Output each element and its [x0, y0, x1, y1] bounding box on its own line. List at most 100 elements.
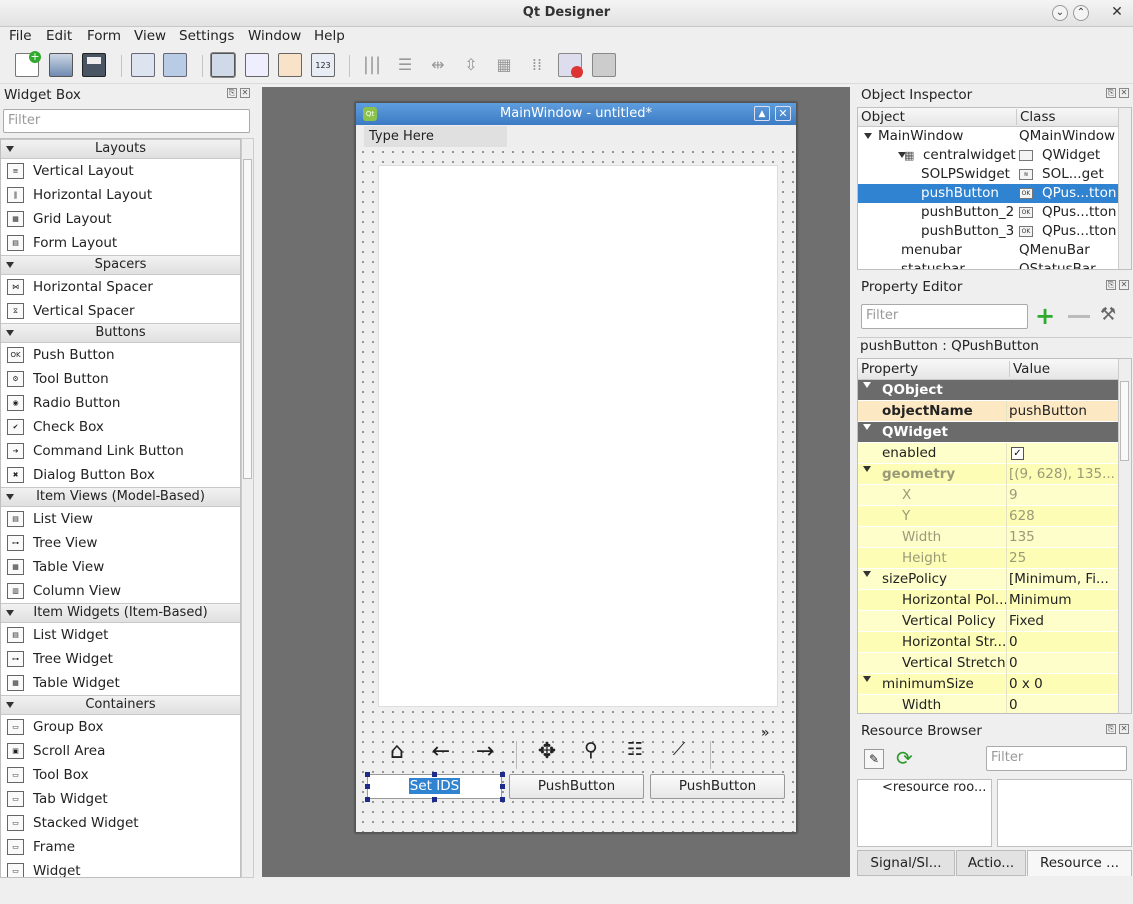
push-button-3[interactable]: PushButton — [650, 774, 785, 799]
widget-box-scrollbar[interactable] — [241, 138, 254, 878]
solps-widget-plot-area[interactable] — [378, 165, 778, 707]
menu-view[interactable]: View — [134, 27, 166, 44]
property-row-width[interactable]: Width 0 — [858, 695, 1119, 713]
widget-item-group-box[interactable]: ▭ Group Box — [1, 715, 240, 739]
form-menu-placeholder[interactable]: Type Here — [364, 126, 507, 147]
form-layout-icon[interactable]: ⁞⁞ — [525, 53, 549, 77]
object-row-menubar[interactable]: menubar QMenuBar — [858, 241, 1131, 260]
widget-item-tree-widget[interactable]: ⊶ Tree Widget — [1, 647, 240, 671]
widget-item-tool-box[interactable]: ▭ Tool Box — [1, 763, 240, 787]
widget-item-grid-layout[interactable]: ▦ Grid Layout — [1, 207, 240, 231]
forward-arrow-icon[interactable]: → — [472, 739, 498, 764]
central-widget[interactable]: ⌂ ← → ✥ ⚲ ☷ ⟋ » Set IDS PushButton PushB… — [358, 147, 794, 832]
object-row-solpswidget[interactable]: SOLPSwidget ≋ SOL...get — [858, 165, 1131, 184]
menu-help[interactable]: Help — [314, 27, 345, 44]
maximize-button[interactable]: ⌃ — [1073, 5, 1089, 21]
property-row-horizontal-pol[interactable]: Horizontal Pol... Minimum — [858, 590, 1119, 611]
property-row-geometry[interactable]: geometry [(9, 628), 135... — [858, 464, 1119, 485]
edit-resources-icon[interactable]: ✎ — [864, 749, 884, 769]
new-form-icon[interactable]: + — [15, 51, 41, 77]
menu-form[interactable]: Form — [87, 27, 121, 44]
widget-item-column-view[interactable]: ▥ Column View — [1, 579, 240, 603]
resource-root[interactable]: <resource roo... — [882, 780, 986, 795]
category-header[interactable]: Containers — [1, 695, 240, 715]
widget-box-dock-buttons[interactable]: ⎘ ✕ — [224, 88, 250, 98]
remove-property-icon[interactable] — [1068, 315, 1090, 318]
property-row-height[interactable]: Height 25 — [858, 548, 1119, 569]
more-tools-icon[interactable]: » — [761, 725, 770, 741]
grid-layout-icon[interactable]: ▦ — [492, 53, 516, 77]
form-maximize-button[interactable]: ▲ — [754, 106, 770, 121]
widget-item-stacked-widget[interactable]: ▭ Stacked Widget — [1, 811, 240, 835]
widget-item-tab-widget[interactable]: ▭ Tab Widget — [1, 787, 240, 811]
object-row-pushbutton[interactable]: pushButton OK QPus...tton — [858, 184, 1131, 203]
object-row-pushbutton-3[interactable]: pushButton_3 OK QPus...tton — [858, 222, 1131, 241]
resource-browser-dock-buttons[interactable]: ⎘ ✕ — [1103, 724, 1129, 734]
configure-subplots-icon[interactable]: ☷ — [622, 739, 648, 760]
reload-icon[interactable]: ⟳ — [896, 746, 913, 770]
adjust-size-icon[interactable] — [592, 53, 616, 77]
column-header-class[interactable]: Class — [1016, 109, 1056, 125]
selection-handle[interactable] — [365, 772, 370, 777]
property-row-width[interactable]: Width 135 — [858, 527, 1119, 548]
menu-file[interactable]: File — [9, 27, 32, 44]
property-row-sizepolicy[interactable]: sizePolicy [Minimum, Fi... — [858, 569, 1119, 590]
widget-item-form-layout[interactable]: ▤ Form Layout — [1, 231, 240, 255]
lay-out-vertically-icon[interactable]: ☰ — [393, 53, 417, 77]
widget-item-vertical-layout[interactable]: ≡ Vertical Layout — [1, 159, 240, 183]
property-editor-scrollbar[interactable] — [1118, 359, 1131, 713]
widget-item-table-view[interactable]: ▦ Table View — [1, 555, 240, 579]
widget-item-horizontal-layout[interactable]: ‖ Horizontal Layout — [1, 183, 240, 207]
open-icon[interactable] — [49, 53, 73, 77]
widget-item-tool-button[interactable]: ⚙ Tool Button — [1, 367, 240, 391]
selection-handle[interactable] — [432, 772, 437, 777]
column-header-property[interactable]: Property — [861, 361, 918, 377]
widget-item-frame[interactable]: ▭ Frame — [1, 835, 240, 859]
menu-edit[interactable]: Edit — [46, 27, 72, 44]
widget-item-table-widget[interactable]: ▦ Table Widget — [1, 671, 240, 695]
resource-filter-input[interactable]: Filter — [986, 746, 1127, 771]
property-row-objectname[interactable]: objectName pushButton — [858, 401, 1119, 422]
widget-item-check-box[interactable]: ✔ Check Box — [1, 415, 240, 439]
widget-item-radio-button[interactable]: ◉ Radio Button — [1, 391, 240, 415]
category-header[interactable]: Buttons — [1, 323, 240, 343]
expand-arrow-icon[interactable] — [864, 133, 872, 139]
back-arrow-icon[interactable]: ← — [428, 739, 454, 764]
property-value[interactable]: 135 — [1009, 529, 1117, 545]
expand-arrow-icon[interactable] — [863, 466, 871, 472]
send-to-back-icon[interactable] — [131, 53, 155, 77]
save-icon[interactable] — [82, 53, 106, 77]
zoom-icon[interactable]: ⚲ — [578, 739, 604, 761]
object-inspector-dock-buttons[interactable]: ⎘ ✕ — [1103, 88, 1129, 98]
bring-to-front-icon[interactable] — [163, 53, 187, 77]
property-editor-dock-buttons[interactable]: ⎘ ✕ — [1103, 280, 1129, 290]
enabled-checkbox[interactable]: ✓ — [1011, 447, 1024, 460]
tab-action-editor[interactable]: Actio... — [956, 850, 1026, 876]
menu-window[interactable]: Window — [248, 27, 301, 44]
property-value[interactable]: [Minimum, Fi... — [1009, 571, 1117, 587]
selection-handle[interactable] — [365, 784, 370, 789]
property-value[interactable]: 0 — [1009, 634, 1117, 650]
property-value[interactable]: 9 — [1009, 487, 1117, 503]
menu-settings[interactable]: Settings — [179, 27, 234, 44]
property-value[interactable]: 0 — [1009, 655, 1117, 671]
expand-arrow-icon[interactable] — [863, 571, 871, 577]
selection-handle[interactable] — [500, 797, 505, 802]
property-row-vertical-policy[interactable]: Vertical Policy Fixed — [858, 611, 1119, 632]
property-row-minimumsize[interactable]: minimumSize 0 x 0 — [858, 674, 1119, 695]
expand-arrow-icon[interactable] — [863, 382, 871, 388]
minimize-button[interactable]: ⌄ — [1052, 5, 1068, 21]
widget-item-command-link-button[interactable]: ➔ Command Link Button — [1, 439, 240, 463]
widget-item-vertical-spacer[interactable]: ⧖ Vertical Spacer — [1, 299, 240, 323]
category-header[interactable]: Item Widgets (Item-Based) — [1, 603, 240, 623]
expand-arrow-icon[interactable] — [863, 676, 871, 682]
property-row-qobject[interactable]: QObject — [858, 380, 1119, 401]
object-row-mainwindow[interactable]: MainWindow QMainWindow — [858, 127, 1131, 146]
push-button-2[interactable]: PushButton — [509, 774, 644, 799]
break-layout-icon[interactable] — [558, 53, 583, 78]
edit-signals-slots-icon[interactable] — [245, 53, 269, 77]
property-row-vertical-stretch[interactable]: Vertical Stretch 0 — [858, 653, 1119, 674]
property-value[interactable]: Fixed — [1009, 613, 1117, 629]
property-value[interactable]: Minimum — [1009, 592, 1117, 608]
configure-icon[interactable]: ⚒ — [1100, 304, 1116, 325]
